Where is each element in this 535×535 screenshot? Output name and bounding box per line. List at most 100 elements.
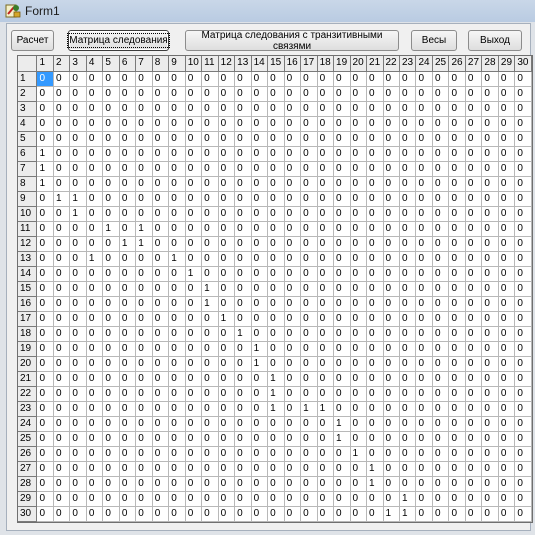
- grid-cell[interactable]: 0: [333, 506, 351, 522]
- grid-cell[interactable]: 0: [102, 356, 120, 372]
- grid-cell[interactable]: 0: [300, 491, 318, 507]
- grid-cell[interactable]: 0: [251, 446, 269, 462]
- grid-cell[interactable]: 0: [415, 326, 433, 342]
- grid-cell[interactable]: 0: [432, 341, 450, 357]
- grid-cell[interactable]: 0: [86, 206, 104, 222]
- grid-cell[interactable]: 0: [267, 431, 285, 447]
- grid-cell[interactable]: 0: [201, 146, 219, 162]
- grid-cell[interactable]: 0: [69, 131, 87, 147]
- grid-cell[interactable]: 0: [168, 71, 186, 87]
- grid-cell[interactable]: 0: [185, 191, 203, 207]
- grid-cell[interactable]: 0: [53, 86, 71, 102]
- grid-cell[interactable]: 0: [383, 266, 400, 282]
- grid-cell[interactable]: 0: [481, 401, 499, 417]
- grid-cell[interactable]: 0: [383, 221, 400, 237]
- grid-cell[interactable]: 0: [415, 476, 433, 492]
- grid-cell[interactable]: 1: [317, 401, 335, 417]
- grid-cell[interactable]: 0: [218, 266, 236, 282]
- grid-cell[interactable]: 0: [86, 446, 104, 462]
- grid-cell[interactable]: 0: [465, 311, 483, 327]
- grid-cell[interactable]: 0: [234, 401, 252, 417]
- grid-cell[interactable]: 0: [465, 131, 483, 147]
- grid-cell[interactable]: 0: [36, 506, 54, 522]
- grid-cell[interactable]: 1: [69, 191, 87, 207]
- grid-cell[interactable]: 1: [251, 341, 269, 357]
- grid-cell[interactable]: 0: [350, 341, 368, 357]
- grid-cell[interactable]: 0: [119, 371, 137, 387]
- grid-cell[interactable]: 0: [251, 326, 269, 342]
- grid-cell[interactable]: 0: [284, 386, 302, 402]
- grid-cell[interactable]: 0: [86, 71, 104, 87]
- grid-cell[interactable]: 0: [102, 206, 120, 222]
- grid-cell[interactable]: 0: [481, 206, 499, 222]
- grid-cell[interactable]: 0: [432, 251, 450, 267]
- grid-cell[interactable]: 0: [432, 191, 450, 207]
- grid-cell[interactable]: 0: [514, 101, 532, 117]
- grid-cell[interactable]: 0: [284, 446, 302, 462]
- grid-cell[interactable]: 0: [218, 416, 236, 432]
- grid-cell[interactable]: 0: [119, 356, 137, 372]
- grid-cell[interactable]: 0: [201, 506, 219, 522]
- grid-cell[interactable]: 0: [465, 161, 483, 177]
- grid-cell[interactable]: 0: [53, 236, 71, 252]
- grid-cell[interactable]: 0: [498, 461, 516, 477]
- grid-cell[interactable]: 0: [234, 266, 252, 282]
- grid-cell[interactable]: 1: [119, 236, 137, 252]
- grid-cell[interactable]: 0: [432, 221, 450, 237]
- grid-cell[interactable]: 0: [168, 116, 186, 132]
- grid-cell[interactable]: 0: [234, 416, 252, 432]
- grid-cell[interactable]: 0: [415, 251, 433, 267]
- grid-cell[interactable]: 0: [119, 176, 137, 192]
- grid-cell[interactable]: 0: [86, 431, 104, 447]
- grid-cell[interactable]: 0: [36, 191, 54, 207]
- grid-cell[interactable]: 0: [465, 491, 483, 507]
- grid-cell[interactable]: 0: [383, 401, 400, 417]
- grid-cell[interactable]: 0: [300, 476, 318, 492]
- grid-cell[interactable]: 0: [432, 176, 450, 192]
- grid-cell[interactable]: 0: [267, 506, 285, 522]
- grid-cell[interactable]: 0: [201, 236, 219, 252]
- grid-cell[interactable]: 0: [102, 416, 120, 432]
- grid-cell[interactable]: 0: [119, 491, 137, 507]
- grid-cell[interactable]: 0: [465, 116, 483, 132]
- grid-cell[interactable]: 0: [53, 146, 71, 162]
- grid-cell[interactable]: 0: [152, 266, 170, 282]
- grid-cell[interactable]: 0: [36, 476, 54, 492]
- grid-cell[interactable]: 0: [465, 506, 483, 522]
- grid-cell[interactable]: 0: [102, 431, 120, 447]
- grid-cell[interactable]: 0: [481, 341, 499, 357]
- grid-cell[interactable]: 0: [366, 146, 384, 162]
- grid-cell[interactable]: 0: [119, 311, 137, 327]
- grid-cell[interactable]: 0: [201, 446, 219, 462]
- grid-cell[interactable]: 0: [69, 371, 87, 387]
- grid-cell[interactable]: 0: [267, 71, 285, 87]
- grid-cell[interactable]: 0: [102, 326, 120, 342]
- grid-cell[interactable]: 0: [234, 356, 252, 372]
- grid-cell[interactable]: 0: [152, 311, 170, 327]
- grid-cell[interactable]: 0: [432, 116, 450, 132]
- grid-cell[interactable]: 0: [300, 221, 318, 237]
- grid-cell[interactable]: 0: [498, 161, 516, 177]
- grid-cell[interactable]: 0: [168, 191, 186, 207]
- grid-cell[interactable]: 0: [333, 341, 351, 357]
- grid-cell[interactable]: 0: [415, 446, 433, 462]
- grid-cell[interactable]: 1: [168, 251, 186, 267]
- grid-cell[interactable]: 0: [399, 431, 417, 447]
- grid-cell[interactable]: 0: [36, 371, 54, 387]
- grid-cell[interactable]: 0: [102, 491, 120, 507]
- grid-cell[interactable]: 0: [415, 161, 433, 177]
- grid-cell[interactable]: 0: [185, 281, 203, 297]
- grid-cell[interactable]: 0: [36, 341, 54, 357]
- grid-cell[interactable]: 0: [168, 266, 186, 282]
- grid-cell[interactable]: 0: [284, 356, 302, 372]
- grid-cell[interactable]: 0: [152, 371, 170, 387]
- grid-cell[interactable]: 0: [119, 416, 137, 432]
- grid-cell[interactable]: 0: [267, 251, 285, 267]
- grid-cell[interactable]: 0: [481, 221, 499, 237]
- grid-cell[interactable]: 0: [514, 266, 532, 282]
- grid-cell[interactable]: 0: [135, 506, 153, 522]
- grid-cell[interactable]: 0: [514, 131, 532, 147]
- grid-cell[interactable]: 0: [201, 71, 219, 87]
- grid-cell[interactable]: 0: [135, 146, 153, 162]
- grid-cell[interactable]: 0: [481, 476, 499, 492]
